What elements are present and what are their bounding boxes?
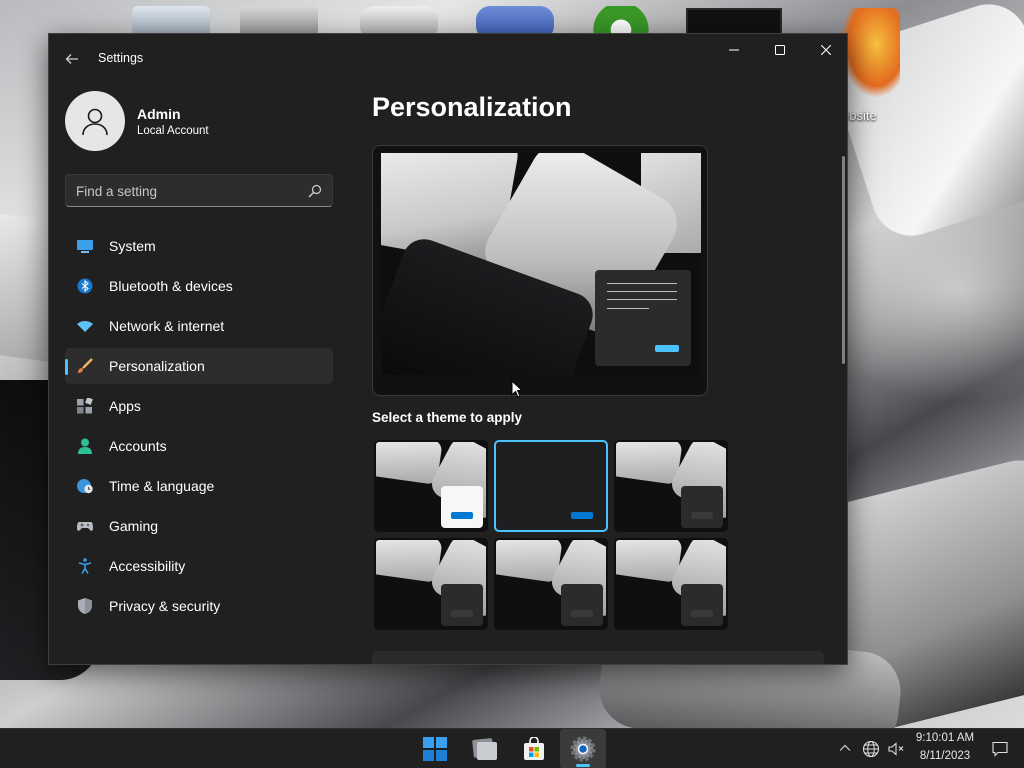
- close-icon: [821, 45, 831, 55]
- theme-window-sample: [681, 486, 723, 528]
- theme-tile-sunrise[interactable]: [494, 538, 608, 630]
- sidebar-item-label: Accounts: [109, 438, 167, 454]
- chevron-up-icon[interactable]: [838, 741, 852, 755]
- back-button[interactable]: [61, 48, 83, 70]
- sidebar-item-label: Personalization: [109, 358, 205, 374]
- shield-icon: [78, 598, 92, 614]
- preview-line: [607, 299, 677, 300]
- apps-icon: [77, 398, 93, 414]
- maximize-button[interactable]: [757, 34, 803, 66]
- start-button[interactable]: [412, 729, 458, 768]
- theme-tile-dark[interactable]: [494, 440, 608, 532]
- theme-window-sample: [681, 584, 723, 626]
- sidebar-item-apps[interactable]: Apps: [65, 388, 333, 424]
- theme-grid: [374, 440, 734, 636]
- windows-start-icon: [423, 737, 447, 761]
- globe-clock-icon: [77, 479, 93, 494]
- sidebar-item-network[interactable]: Network & internet: [65, 308, 333, 344]
- microsoft-store-button[interactable]: [511, 729, 557, 768]
- sidebar-item-label: Gaming: [109, 518, 159, 534]
- volume-muted-icon[interactable]: [887, 740, 905, 758]
- preview-line: [607, 308, 649, 309]
- sidebar-item-privacy-security[interactable]: Privacy & security: [65, 588, 333, 624]
- person-icon: [78, 438, 92, 454]
- sidebar-item-accounts[interactable]: Accounts: [65, 428, 333, 464]
- user-name: Admin: [137, 106, 181, 122]
- title-bar[interactable]: Settings: [49, 34, 847, 82]
- settings-gear-icon: [570, 736, 596, 762]
- settings-taskbar-button[interactable]: [560, 729, 606, 768]
- preview-window: [595, 270, 691, 366]
- settings-card[interactable]: [372, 651, 824, 664]
- theme-window-sample: [561, 486, 603, 528]
- preview-wallpaper: [381, 153, 701, 375]
- sidebar-item-label: Apps: [109, 398, 141, 414]
- notification-icon[interactable]: [992, 741, 1008, 757]
- sidebar-item-label: Privacy & security: [109, 598, 221, 614]
- scrollbar[interactable]: [842, 156, 845, 364]
- user-icon: [82, 108, 108, 136]
- search-box[interactable]: [65, 174, 333, 207]
- theme-tile-flow[interactable]: [614, 538, 728, 630]
- sidebar-item-accessibility[interactable]: Accessibility: [65, 548, 333, 584]
- theme-accent-sample: [571, 512, 593, 519]
- sidebar-item-gaming[interactable]: Gaming: [65, 508, 333, 544]
- avatar[interactable]: [65, 91, 125, 151]
- section-label: Select a theme to apply: [372, 410, 523, 425]
- app-title: Settings: [98, 51, 144, 65]
- theme-tile-light[interactable]: [374, 440, 488, 532]
- theme-window-sample: [441, 584, 483, 626]
- search-input[interactable]: [76, 182, 296, 200]
- theme-accent-sample: [691, 512, 713, 519]
- preview-button: [655, 345, 679, 352]
- theme-tile-captured-motion[interactable]: [374, 538, 488, 630]
- preview-line: [607, 283, 677, 284]
- settings-window: Settings Admin Local Account System: [48, 33, 848, 665]
- sidebar-item-label: Network & internet: [109, 318, 225, 334]
- minimize-icon: [729, 49, 739, 51]
- clock-time[interactable]: 9:10:01 AM: [912, 732, 978, 744]
- microsoft-store-icon: [524, 737, 544, 760]
- page-title: Personalization: [372, 92, 572, 122]
- network-globe-icon[interactable]: [862, 740, 880, 758]
- sidebar-item-label: System: [109, 238, 156, 254]
- maximize-icon: [775, 45, 785, 55]
- preview-line: [607, 291, 677, 292]
- theme-preview: [372, 145, 708, 396]
- system-monitor-icon: [77, 240, 93, 253]
- file-explorer-button[interactable]: [462, 729, 508, 768]
- minimize-button[interactable]: [711, 34, 757, 66]
- file-explorer-icon: [472, 738, 497, 760]
- theme-window-sample: [561, 584, 603, 626]
- sidebar-item-label: Time & language: [109, 478, 215, 494]
- theme-accent-sample: [451, 610, 473, 617]
- search-icon[interactable]: [308, 184, 322, 198]
- back-arrow-icon: [65, 54, 78, 64]
- theme-window-sample: [441, 486, 483, 528]
- paintbrush-icon: [78, 358, 93, 373]
- theme-accent-sample: [571, 610, 593, 617]
- gamepad-icon: [77, 522, 93, 531]
- taskbar: 9:10:01 AM 8/11/2023: [0, 728, 1024, 768]
- mouse-cursor-icon: [511, 380, 523, 398]
- theme-accent-sample: [691, 610, 713, 617]
- sidebar-item-system[interactable]: System: [65, 228, 333, 264]
- sidebar-item-time-language[interactable]: Time & language: [65, 468, 333, 504]
- sidebar-item-bluetooth[interactable]: Bluetooth & devices: [65, 268, 333, 304]
- wifi-icon: [77, 321, 93, 332]
- sidebar-item-personalization[interactable]: Personalization: [65, 348, 333, 384]
- account-type: Local Account: [137, 125, 209, 137]
- theme-tile-glow[interactable]: [614, 440, 728, 532]
- bluetooth-icon: [77, 278, 93, 294]
- clock-date[interactable]: 8/11/2023: [912, 750, 978, 762]
- accessibility-icon: [78, 558, 92, 574]
- close-button[interactable]: [803, 34, 847, 66]
- website-shortcut-icon[interactable]: [840, 8, 900, 98]
- sidebar-item-label: Accessibility: [109, 558, 186, 574]
- theme-accent-sample: [451, 512, 473, 519]
- sidebar-nav: System Bluetooth & devices Network & int…: [65, 228, 333, 628]
- sidebar-item-label: Bluetooth & devices: [109, 278, 233, 294]
